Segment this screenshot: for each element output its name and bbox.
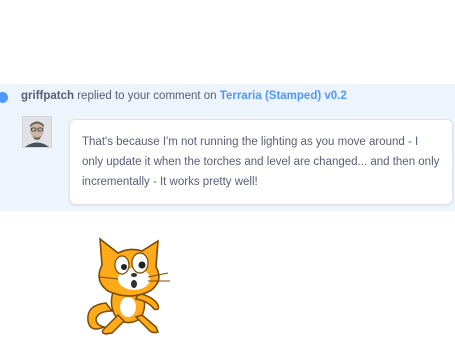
user-avatar[interactable] [22,116,52,148]
notification-item[interactable]: griffpatch replied to your comment on Te… [0,84,455,211]
avatar-icon [23,117,51,147]
project-link[interactable]: Terraria (Stamped) v0.2 [220,90,347,102]
notification-header: griffpatch replied to your comment on Te… [21,90,347,102]
comment-bubble: That's because I'm not running the light… [69,119,453,205]
scratch-cat-icon [78,235,188,340]
username-link[interactable]: griffpatch [21,90,74,102]
comment-text: That's because I'm not running the light… [82,136,440,188]
action-text: replied to your comment on [74,90,220,102]
unread-indicator [0,92,8,103]
